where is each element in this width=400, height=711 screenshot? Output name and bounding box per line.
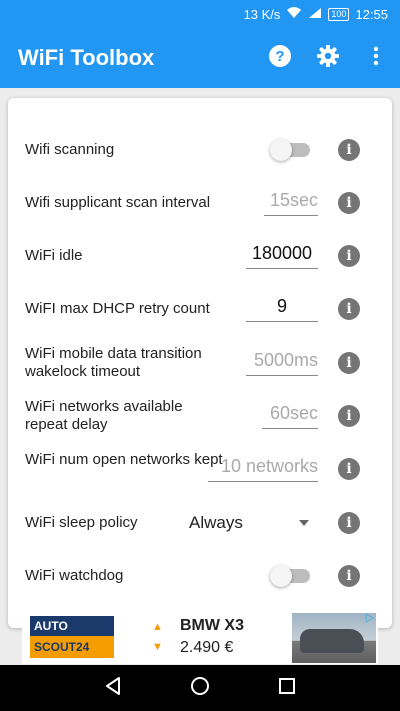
car-shape — [300, 629, 364, 653]
wifi-scanning-switch[interactable] — [270, 139, 310, 161]
dropdown-arrow-icon — [299, 520, 309, 526]
info-icon[interactable]: i — [338, 565, 360, 587]
settings-button[interactable] — [304, 34, 352, 82]
settings-gear-icon — [316, 44, 340, 73]
sleep-policy-select[interactable]: Always — [189, 510, 317, 536]
setting-row-repeat-delay: WiFi networks available repeat delay 60s… — [8, 397, 392, 435]
setting-row-wifi-idle: WiFi idle 180000 i — [8, 241, 392, 271]
scan-interval-input[interactable]: 15sec — [264, 190, 318, 216]
setting-row-scan-interval: Wifi supplicant scan interval 15sec i — [8, 188, 392, 218]
info-icon[interactable]: i — [338, 512, 360, 534]
wifi-signal-icon — [286, 6, 302, 22]
dhcp-retry-input[interactable]: 9 — [246, 296, 318, 322]
repeat-delay-input[interactable]: 60sec — [262, 403, 318, 429]
setting-label: Wifi scanning — [25, 141, 115, 158]
app-bar: WiFi Toolbox ? — [0, 28, 400, 88]
setting-label: WiFi watchdog — [25, 567, 124, 584]
ad-logo: AUTO SCOUT24 — [30, 616, 114, 658]
info-icon[interactable]: i — [338, 458, 360, 480]
ad-logo-line1: AUTO — [30, 616, 114, 636]
help-icon: ? — [268, 44, 292, 73]
app-bar-actions: ? — [256, 28, 400, 88]
back-icon — [104, 676, 122, 701]
setting-row-sleep-policy: WiFi sleep policy Always i — [8, 508, 392, 538]
status-bar: 13 K/s 100 12:55 — [0, 0, 400, 28]
ad-arrows-icon: ▲ ▼ — [152, 621, 163, 653]
setting-row-open-networks: WiFi num open networks kept 10 networks … — [8, 450, 392, 488]
clock: 12:55 — [355, 6, 388, 22]
setting-label: WiFI max DHCP retry count — [25, 300, 210, 317]
navigation-bar — [0, 665, 400, 711]
ad-logo-line2: SCOUT24 — [30, 636, 114, 658]
setting-label: Wifi supplicant scan interval — [25, 194, 211, 211]
info-icon[interactable]: i — [338, 352, 360, 374]
info-icon[interactable]: i — [338, 245, 360, 267]
setting-label: WiFi mobile data transition wakelock tim… — [25, 345, 202, 380]
overflow-menu-button[interactable] — [352, 34, 400, 82]
recents-button[interactable] — [272, 673, 302, 703]
svg-text:?: ? — [275, 48, 284, 65]
setting-row-wakelock-timeout: WiFi mobile data transition wakelock tim… — [8, 344, 392, 382]
info-icon[interactable]: i — [338, 298, 360, 320]
setting-label: WiFi num open networks kept — [25, 451, 223, 468]
home-button[interactable] — [185, 673, 215, 703]
ad-title: BMW X3 — [180, 617, 244, 634]
setting-label: WiFi idle — [25, 247, 83, 264]
wifi-idle-input[interactable]: 180000 — [246, 243, 318, 269]
back-button[interactable] — [98, 673, 128, 703]
home-icon — [190, 676, 210, 701]
sleep-policy-value: Always — [189, 513, 243, 532]
cell-signal-icon — [308, 7, 322, 22]
battery-indicator: 100 — [328, 7, 350, 21]
wifi-watchdog-switch[interactable] — [270, 565, 310, 587]
info-icon[interactable]: i — [338, 405, 360, 427]
network-speed: 13 K/s — [243, 6, 281, 22]
wakelock-timeout-input[interactable]: 5000ms — [246, 350, 318, 376]
open-networks-input[interactable]: 10 networks — [208, 456, 318, 482]
adchoices-icon[interactable]: ▷ — [362, 611, 378, 625]
setting-row-wifi-scanning: Wifi scanning i — [8, 136, 392, 164]
recents-icon — [278, 677, 296, 700]
info-icon[interactable]: i — [338, 139, 360, 161]
switch-knob — [270, 565, 292, 587]
ad-banner[interactable]: AUTO SCOUT24 ▲ ▼ BMW X3 2.490 € ▷ — [22, 611, 378, 664]
help-button[interactable]: ? — [256, 34, 304, 82]
info-icon[interactable]: i — [338, 192, 360, 214]
app-screen: 13 K/s 100 12:55 WiFi Toolbox ? Wifi sca… — [0, 0, 400, 711]
setting-row-dhcp-retry: WiFI max DHCP retry count 9 i — [8, 294, 392, 324]
overflow-menu-icon — [373, 46, 379, 71]
app-title: WiFi Toolbox — [18, 45, 155, 70]
setting-label: WiFi networks available repeat delay — [25, 398, 183, 433]
settings-card: Wifi scanning i Wifi supplicant scan int… — [8, 98, 392, 628]
setting-row-watchdog: WiFi watchdog i — [8, 562, 392, 590]
switch-knob — [270, 139, 292, 161]
ad-price: 2.490 € — [180, 639, 234, 656]
